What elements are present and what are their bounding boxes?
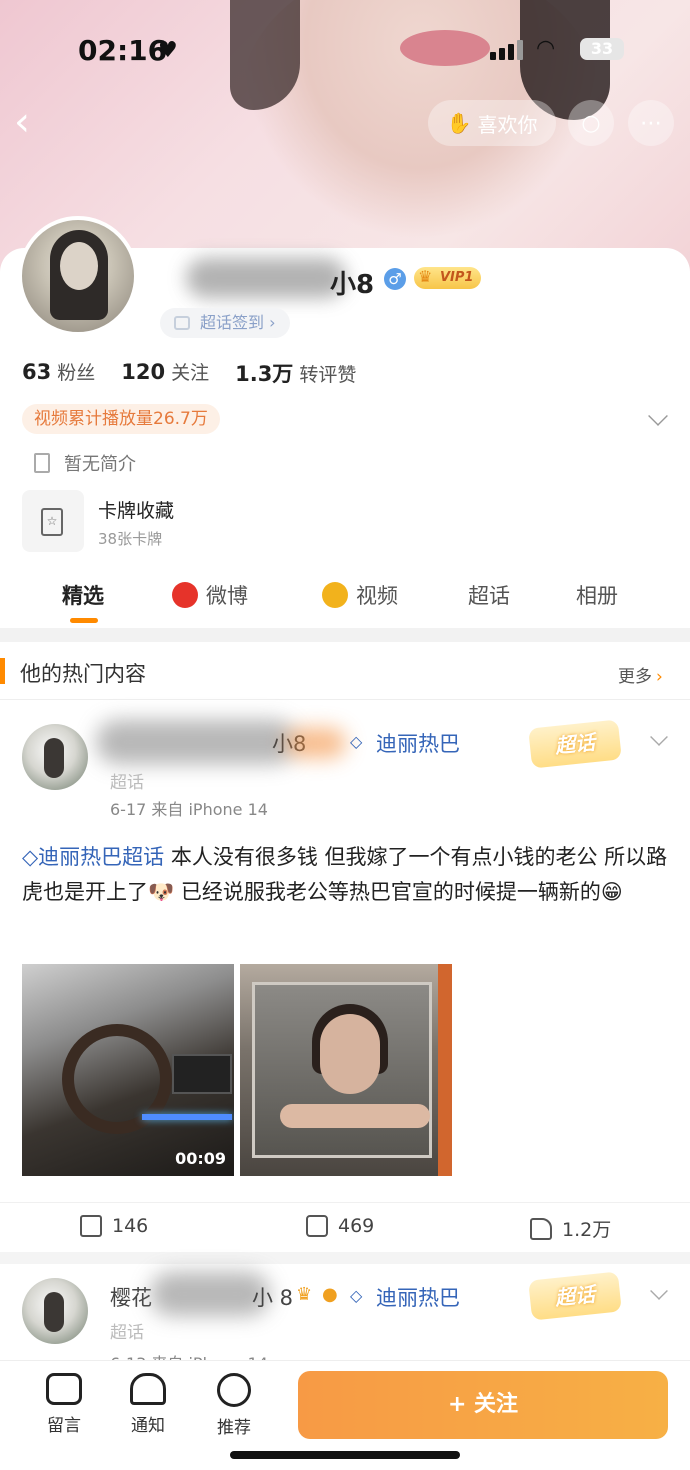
- more-link[interactable]: 更多 ›: [618, 662, 663, 687]
- redacted-name: [96, 720, 296, 764]
- supertopic-badge[interactable]: 超话: [528, 719, 622, 769]
- post-meta: 6-17 来自 iPhone 14: [110, 800, 268, 819]
- signal-icon: [490, 40, 523, 60]
- post-topic[interactable]: 迪丽热巴: [376, 728, 460, 758]
- bio: 暂无简介: [34, 450, 136, 476]
- post-video-thumbnail[interactable]: 00:09: [22, 964, 234, 1176]
- stat-fans[interactable]: 63 粉丝: [22, 358, 95, 388]
- card-collection-title: 卡牌收藏: [98, 500, 175, 522]
- crown-icon: ♛: [296, 1284, 313, 1305]
- repost-button[interactable]: 146: [80, 1215, 148, 1237]
- recommend-button[interactable]: 推荐: [204, 1373, 264, 1438]
- post-hashtag[interactable]: ◇迪丽热巴超话: [22, 845, 164, 869]
- crown-icon: ♛: [418, 267, 433, 286]
- profile-stats: 63 粉丝 120 关注 1.3万 转评赞: [22, 358, 356, 388]
- profile-tabs: 精选 微博 视频 超话 相册: [0, 566, 690, 628]
- tab-indicator: [70, 618, 98, 623]
- avatar[interactable]: [18, 216, 138, 336]
- notify-button[interactable]: 通知: [118, 1373, 178, 1436]
- weibo-icon: [172, 582, 198, 608]
- home-indicator: [230, 1451, 460, 1459]
- post-avatar[interactable]: [22, 1278, 88, 1344]
- stat-interactions[interactable]: 1.3万 转评赞: [235, 358, 356, 388]
- calendar-icon: [174, 316, 190, 330]
- post-author-tail[interactable]: 小 8: [252, 1282, 293, 1312]
- hot-title: 他的热门内容: [20, 662, 146, 686]
- diamond-icon: ◇: [350, 1286, 363, 1305]
- post-actions: 146 469 1.2万: [0, 1202, 690, 1252]
- supertopic-badge[interactable]: 超话: [528, 1271, 622, 1321]
- chevron-down-icon[interactable]: [650, 1282, 668, 1300]
- card-icon: ☆: [22, 490, 84, 552]
- search-icon[interactable]: ○: [568, 100, 614, 146]
- vip-badge[interactable]: ♛ VIP1: [414, 267, 482, 289]
- battery-icon: 33: [580, 38, 624, 60]
- post-image[interactable]: [240, 964, 452, 1176]
- wifi-icon: ◠: [536, 36, 556, 61]
- hot-content-section: 他的热门内容 更多› 小8 ◇ 迪丽热巴 超话 超话 6-17 来自 iPhon…: [0, 642, 690, 1382]
- hot-header: 他的热门内容 更多 ›: [0, 642, 690, 700]
- tab-weibo[interactable]: 微博: [172, 580, 248, 610]
- post-subtitle: 超话: [110, 773, 144, 793]
- post-topic[interactable]: 迪丽热巴: [376, 1282, 460, 1312]
- post-author[interactable]: 樱花: [110, 1282, 152, 1312]
- post-subtitle: 超话: [110, 1323, 144, 1343]
- card-collection-count: 38张卡牌: [98, 530, 163, 548]
- tab-album[interactable]: 相册: [576, 580, 618, 610]
- post-avatar[interactable]: [22, 724, 88, 790]
- status-time: 02:16: [78, 34, 168, 67]
- status-bar: 02:16 ♥ ◠ 33: [0, 30, 690, 74]
- tab-featured[interactable]: 精选: [62, 580, 104, 610]
- comment-button[interactable]: 469: [306, 1215, 374, 1237]
- heart-icon: ♥: [158, 38, 178, 63]
- video-plays-badge[interactable]: 视频累计播放量26.7万: [22, 404, 220, 434]
- stat-following[interactable]: 120 关注: [121, 358, 209, 388]
- diamond-icon: ◇: [350, 732, 363, 751]
- username: 小8: [330, 270, 375, 300]
- video-icon: [322, 582, 348, 608]
- comment-icon: [306, 1215, 328, 1237]
- post-text: ◇迪丽热巴超话 本人没有很多钱 但我嫁了一个有点小钱的老公 所以路虎也是开上了🐶…: [22, 845, 668, 904]
- like-label: 喜欢你: [477, 112, 538, 137]
- like-button[interactable]: ✋ 喜欢你: [428, 100, 556, 146]
- hand-icon: ✋: [446, 111, 472, 135]
- video-duration: 00:09: [175, 1149, 226, 1168]
- chevron-right-icon: ›: [656, 667, 663, 687]
- chevron-up-icon: [217, 1373, 251, 1407]
- message-button[interactable]: 留言: [34, 1373, 94, 1436]
- back-icon[interactable]: ‹: [14, 102, 50, 144]
- checkin-button[interactable]: 超话签到 ›: [160, 308, 290, 338]
- redacted-name: [186, 258, 346, 298]
- message-icon: [46, 1373, 82, 1405]
- thumbs-up-icon: [530, 1217, 552, 1240]
- bell-icon: [130, 1373, 166, 1405]
- bottom-bar: 留言 通知 推荐 + 关注: [0, 1360, 690, 1470]
- tab-video[interactable]: 视频: [322, 580, 398, 610]
- chevron-down-icon[interactable]: [650, 728, 668, 746]
- male-icon: ♂: [384, 268, 406, 290]
- like-post-button[interactable]: 1.2万: [530, 1215, 611, 1242]
- badge-icon: ●: [322, 1284, 338, 1305]
- repost-icon: [80, 1215, 102, 1237]
- more-icon[interactable]: ⋯: [628, 100, 674, 146]
- document-icon: [34, 453, 50, 473]
- follow-button[interactable]: + 关注: [298, 1371, 668, 1439]
- tab-supertopic[interactable]: 超话: [468, 580, 510, 610]
